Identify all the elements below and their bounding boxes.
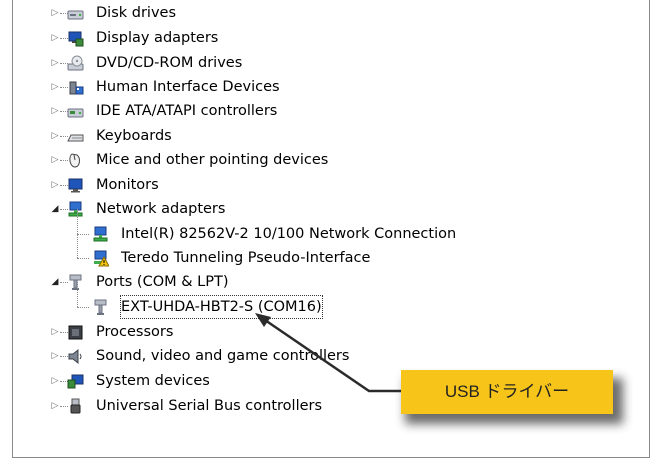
tree-item-label: Ports (COM & LPT) xyxy=(96,274,229,290)
tree-connector xyxy=(77,307,89,308)
expand-arrow-icon[interactable]: ▷ xyxy=(50,100,60,122)
disk-drive-icon xyxy=(67,10,84,20)
tree-item-label: Sound, video and game controllers xyxy=(96,348,350,364)
tree-item-ports[interactable]: ◢ Ports (COM & LPT) xyxy=(50,271,250,293)
dvd-drive-icon xyxy=(67,55,84,71)
expand-arrow-icon[interactable]: ▷ xyxy=(50,76,60,98)
tree-item-label: Processors xyxy=(96,324,174,340)
tree-item-usb-controllers[interactable]: ▷ Universal Serial Bus controllers xyxy=(50,395,340,417)
tree-item-disk-drives[interactable]: ▷ Disk drives xyxy=(50,2,250,24)
tree-item-label: IDE ATA/ATAPI controllers xyxy=(96,103,278,119)
tree-item-label: Teredo Tunneling Pseudo-Interface xyxy=(121,250,371,266)
tree-item-label: Monitors xyxy=(96,177,159,193)
tree-item-dvd-drives[interactable]: ▷ DVD/CD-ROM drives xyxy=(50,52,280,74)
tree-item-teredo-interface[interactable]: Teredo Tunneling Pseudo-Interface xyxy=(77,247,407,269)
tree-item-label: Display adapters xyxy=(96,30,219,46)
expand-arrow-icon[interactable]: ▷ xyxy=(50,2,60,24)
tree-item-keyboards[interactable]: ▷ Keyboards xyxy=(50,125,230,147)
expand-arrow-icon[interactable]: ▷ xyxy=(50,345,60,367)
tree-item-mice[interactable]: ▷ Mice and other pointing devices xyxy=(50,149,350,171)
tree-item-monitors[interactable]: ▷ Monitors xyxy=(50,174,230,196)
tree-item-label: Human Interface Devices xyxy=(96,79,280,95)
tree-item-intel-network-connection[interactable]: Intel(R) 82562V-2 10/100 Network Connect… xyxy=(77,223,467,245)
tree-item-display-adapters[interactable]: ▷ Display adapters xyxy=(50,27,270,49)
expand-arrow-icon[interactable]: ▷ xyxy=(50,395,60,417)
port-icon xyxy=(69,274,82,290)
network-card-icon xyxy=(93,226,108,242)
mouse-icon xyxy=(69,153,80,168)
tree-item-system-devices[interactable]: ▷ System devices xyxy=(50,370,250,392)
tree-item-label: Intel(R) 82562V-2 10/100 Network Connect… xyxy=(121,226,457,242)
ide-controller-icon xyxy=(67,108,84,118)
usb-icon xyxy=(70,398,81,414)
expand-arrow-icon[interactable]: ▷ xyxy=(50,174,60,196)
expand-arrow-icon[interactable]: ▷ xyxy=(50,321,60,343)
tree-item-label: EXT-UHDA-HBT2-S (COM16) xyxy=(120,295,323,319)
tree-item-label: Disk drives xyxy=(96,5,177,21)
collapse-arrow-icon[interactable]: ◢ xyxy=(50,198,60,220)
tree-item-label: DVD/CD-ROM drives xyxy=(96,55,243,71)
display-adapter-icon xyxy=(68,31,84,47)
tree-item-ide-controllers[interactable]: ▷ IDE ATA/ATAPI controllers xyxy=(50,100,320,122)
tree-item-processors[interactable]: ▷ Processors xyxy=(50,321,230,343)
tree-item-human-interface-devices[interactable]: ▷ Human Interface Devices xyxy=(50,76,310,98)
expand-arrow-icon[interactable]: ▷ xyxy=(50,370,60,392)
tree-item-ext-uhda-com16[interactable]: EXT-UHDA-HBT2-S (COM16) xyxy=(77,295,377,319)
tree-item-label: System devices xyxy=(96,373,210,389)
tree-connector xyxy=(77,209,78,258)
tree-connector xyxy=(77,234,89,235)
network-adapter-icon xyxy=(68,201,83,217)
tree-item-sound-video-game[interactable]: ▷ Sound, video and game controllers xyxy=(50,345,360,367)
tree-item-network-adapters[interactable]: ◢ Network adapters xyxy=(50,198,250,220)
system-device-icon xyxy=(67,374,84,389)
expand-arrow-icon[interactable]: ▷ xyxy=(50,27,60,49)
expand-arrow-icon[interactable]: ▷ xyxy=(50,52,60,74)
keyboard-icon xyxy=(67,134,84,142)
processor-icon xyxy=(68,325,83,340)
expand-arrow-icon[interactable]: ▷ xyxy=(50,125,60,147)
speaker-icon xyxy=(68,348,82,365)
tree-connector xyxy=(77,258,89,259)
collapse-arrow-icon[interactable]: ◢ xyxy=(50,271,60,293)
tree-connector xyxy=(77,282,78,307)
port-icon xyxy=(94,299,107,315)
network-warning-icon xyxy=(94,250,109,267)
tree-item-label: Universal Serial Bus controllers xyxy=(96,398,323,414)
tree-item-label: Network adapters xyxy=(96,201,226,217)
usb-driver-callout: USB ドライバー xyxy=(401,370,613,414)
monitor-icon xyxy=(68,178,83,193)
tree-item-label: Mice and other pointing devices xyxy=(96,152,329,168)
hid-icon xyxy=(69,81,84,95)
tree-item-label: Keyboards xyxy=(96,128,172,144)
expand-arrow-icon[interactable]: ▷ xyxy=(50,149,60,171)
